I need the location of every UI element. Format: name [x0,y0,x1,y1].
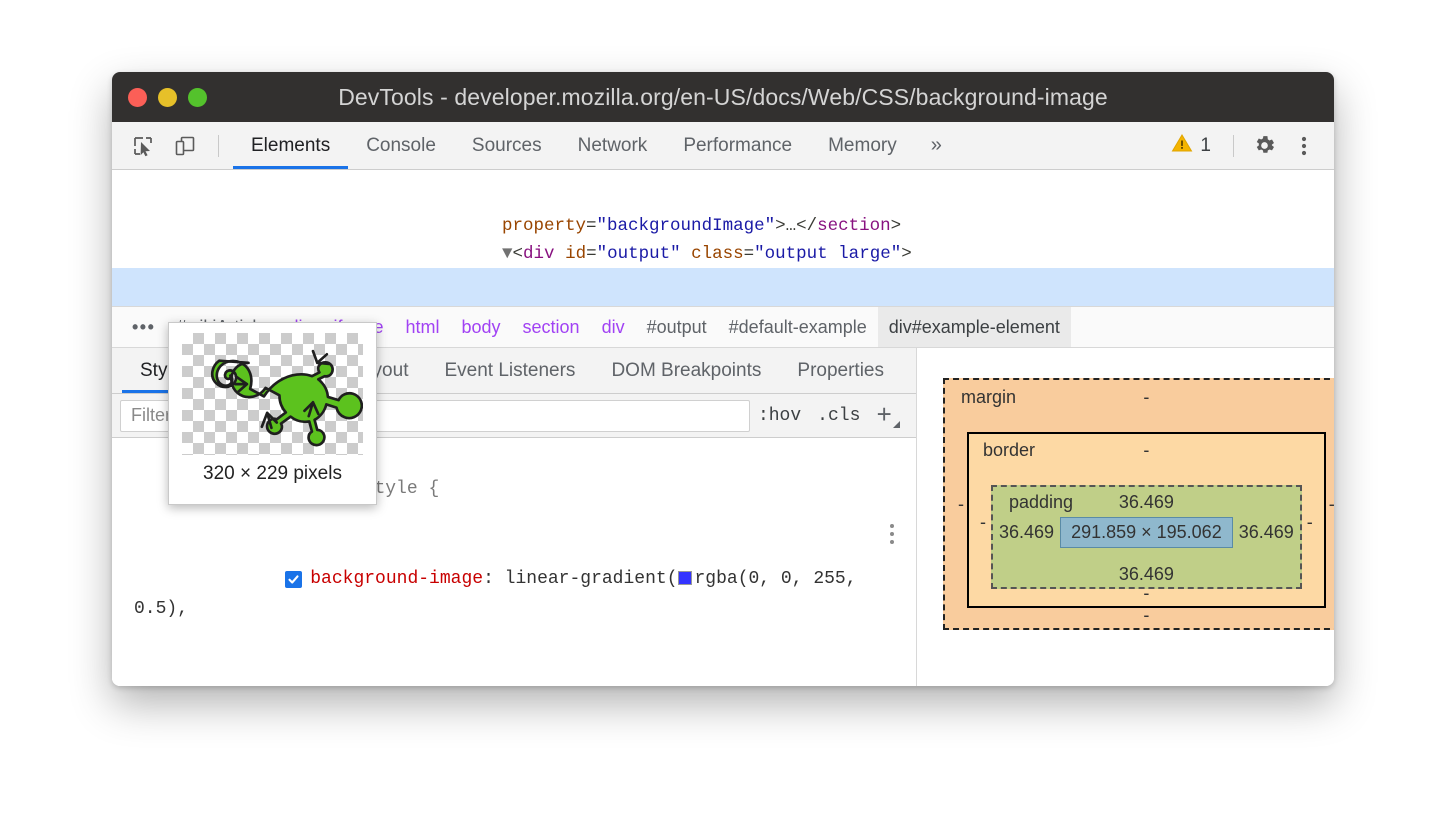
new-style-rule-button[interactable]: + [876,403,900,429]
box-model-border-left[interactable]: - [974,512,992,533]
box-model-center-row: 36.469 291.859 × 195.062 36.469 [993,517,1300,548]
breadcrumb-item-section[interactable]: section [512,306,591,348]
tab-dom-breakpoints[interactable]: DOM Breakpoints [593,348,779,393]
warning-count: 1 [1200,135,1211,157]
breadcrumb-item-html[interactable]: html [394,306,450,348]
tab-network[interactable]: Network [560,122,666,169]
warning-badge[interactable]: 1 [1161,132,1221,159]
box-model-margin-bottom[interactable]: - [945,605,1334,626]
toolbar-right-divider [1233,135,1234,157]
rule1-kebab-icon[interactable] [890,524,894,544]
box-model-pane: margin - - - - border - - - - paddin [917,348,1334,686]
breadcrumb-item-div-2[interactable]: div [591,306,636,348]
box-model-content-size[interactable]: 291.859 × 195.062 [1060,517,1233,548]
breadcrumb-item-body[interactable]: body [450,306,511,348]
box-model-border-label: border [983,440,1035,461]
tab-memory[interactable]: Memory [810,122,915,169]
tab-network-label: Network [578,135,648,157]
toolbar-divider [218,135,219,157]
maximize-window-button[interactable] [188,88,207,107]
rule1-line1-tail: : linear-gradient( [483,569,677,589]
tab-event-listeners[interactable]: Event Listeners [426,348,593,393]
box-model-border[interactable]: border - - - - padding 36.469 36.469 291… [967,432,1326,608]
breadcrumb-item-example-element[interactable]: div#example-element [878,306,1071,348]
transparency-checkerboard [182,333,363,455]
dom-line-partial [112,170,1334,184]
tab-elements[interactable]: Elements [233,122,348,169]
declaration-checkbox[interactable] [285,571,302,588]
kebab-menu-icon[interactable] [1286,128,1322,164]
breadcrumb-item-output[interactable]: #output [636,306,718,348]
more-tabs-label: » [931,134,942,157]
panel-tabs: Elements Console Sources Network Perform… [233,122,958,169]
breadcrumb-overflow-icon[interactable]: ••• [122,317,165,338]
tab-sources[interactable]: Sources [454,122,560,169]
color-swatch-blue[interactable] [678,571,692,585]
device-toolbar-icon[interactable] [168,129,202,163]
more-tabs-chevron-icon[interactable]: » [915,122,958,169]
box-model-diagram: margin - - - - border - - - - paddin [917,348,1334,630]
rule1-property[interactable]: background-image [310,569,483,589]
window-title: DevTools - developer.mozilla.org/en-US/d… [112,84,1334,111]
dom-line-selected-overflow[interactable]: gradient(rgba(0, 0, 255, 0.5), rgba(255,… [112,296,1334,306]
dom-line-section-close[interactable]: property="backgroundImage">…</section> [112,184,1334,212]
tab-elements-label: Elements [251,135,330,157]
box-model-padding-right[interactable]: 36.469 [1233,522,1300,543]
tab-console[interactable]: Console [348,122,454,169]
tab-properties[interactable]: Properties [779,348,902,393]
window-controls [128,72,207,122]
screenshot-stage: DevTools - developer.mozilla.org/en-US/d… [0,0,1446,832]
inspect-element-icon[interactable] [126,129,160,163]
minimize-window-button[interactable] [158,88,177,107]
tab-console-label: Console [366,135,436,157]
dropdown-corner-icon [893,421,900,428]
devtools-window: DevTools - developer.mozilla.org/en-US/d… [112,72,1334,686]
cls-toggle-button[interactable]: .cls [817,406,860,426]
toolbar-right-icons: 1 [1161,122,1334,169]
warning-triangle-icon [1171,132,1193,159]
image-preview-popup: 320 × 229 pixels [168,322,377,505]
tab-performance-label: Performance [683,135,792,157]
box-model-padding-label: padding [1009,492,1073,513]
lizard-icon [182,333,363,455]
tab-memory-label: Memory [828,135,897,157]
devtools-main-toolbar: Elements Console Sources Network Perform… [112,122,1334,170]
tab-sources-label: Sources [472,135,542,157]
tab-performance[interactable]: Performance [665,122,810,169]
box-model-padding[interactable]: padding 36.469 36.469 291.859 × 195.062 … [991,485,1302,589]
box-model-padding-left[interactable]: 36.469 [993,522,1060,543]
gear-icon[interactable] [1246,128,1282,164]
hov-toggle-button[interactable]: :hov [758,406,801,426]
image-preview-caption: 320 × 229 pixels [203,463,342,485]
box-model-padding-bottom[interactable]: 36.469 [993,564,1300,585]
plus-icon: + [876,401,892,431]
filter-placeholder: Filter [131,405,171,426]
breadcrumb-item-default-example[interactable]: #default-example [718,306,878,348]
box-model-margin[interactable]: margin - - - - border - - - - paddin [943,378,1334,630]
dom-tree[interactable]: property="backgroundImage">…</section> ▼… [112,170,1334,306]
styles-toggles: :hov .cls + [758,403,910,429]
box-model-border-right[interactable]: - [1301,512,1319,533]
close-window-button[interactable] [128,88,147,107]
window-titlebar: DevTools - developer.mozilla.org/en-US/d… [112,72,1334,122]
styles-scrollbar[interactable] [910,348,916,686]
toolbar-left-icons [112,122,227,169]
dom-line-selected-example-element[interactable]: •••<div id="example-element" style="back… [112,268,1334,296]
box-model-margin-label: margin [961,387,1016,408]
